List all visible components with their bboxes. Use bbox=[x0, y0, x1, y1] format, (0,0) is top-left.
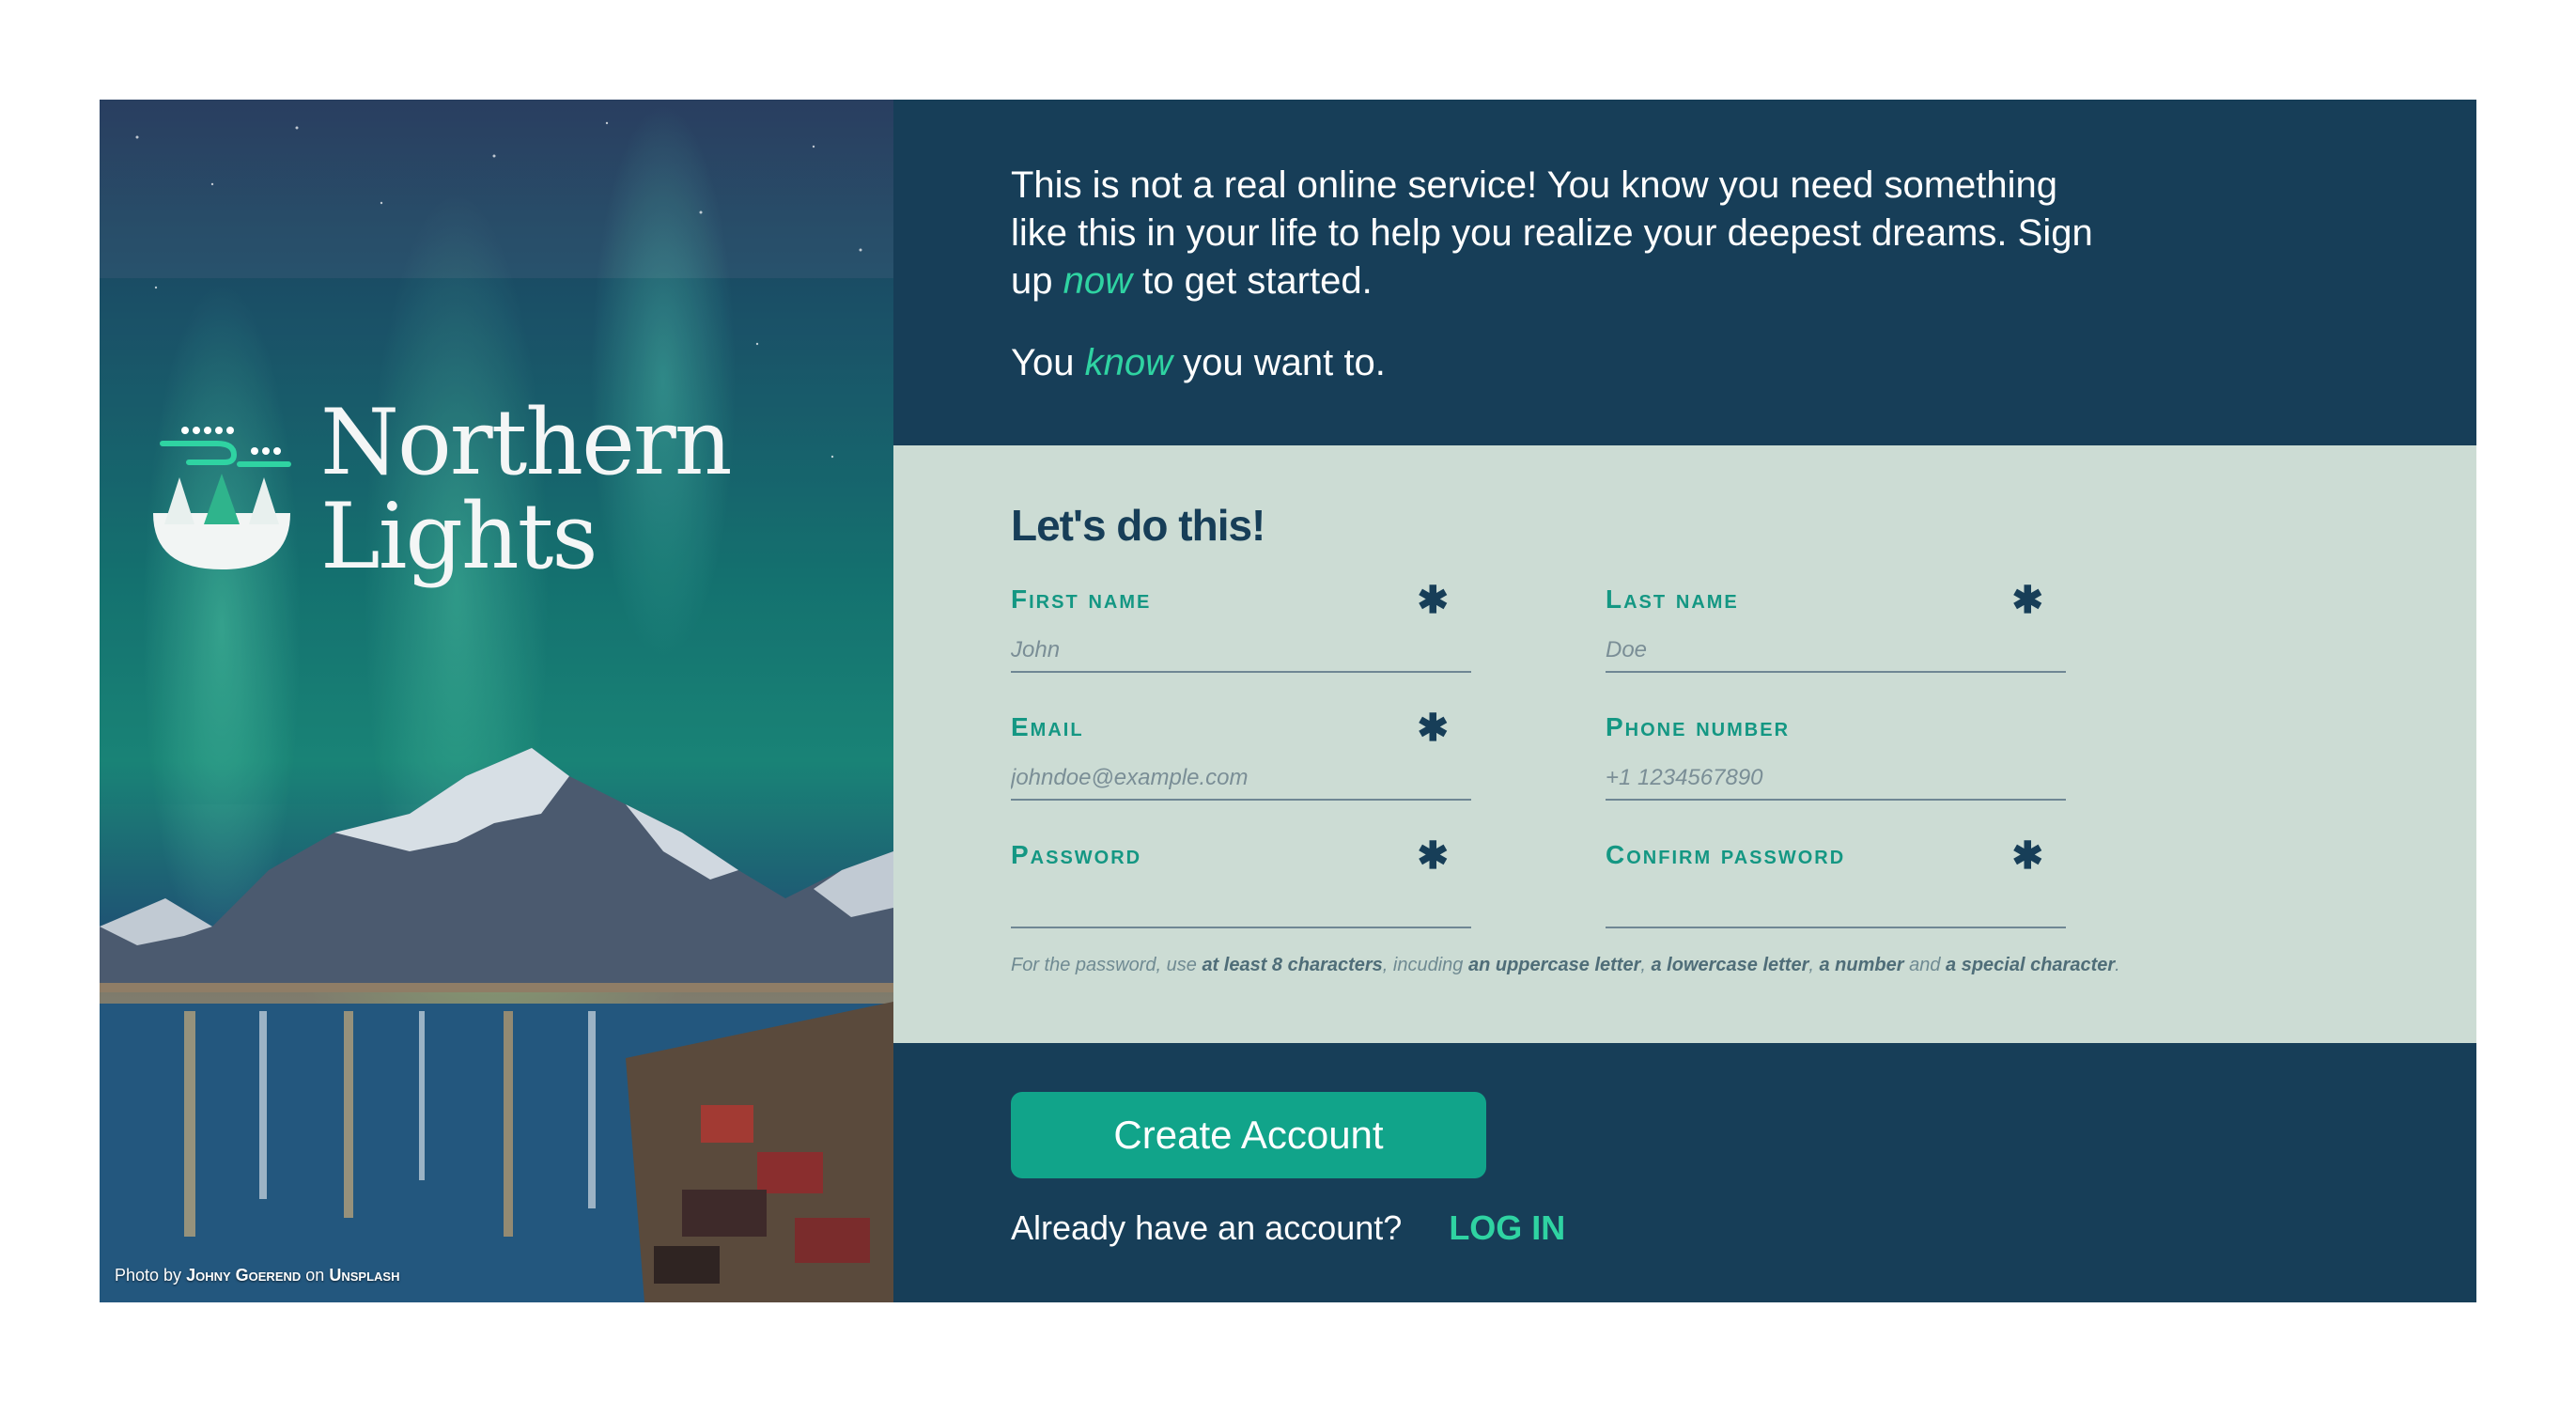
credit-author-link[interactable]: Johny Goerend bbox=[186, 1266, 301, 1285]
login-link[interactable]: LOG IN bbox=[1449, 1208, 1565, 1247]
signup-card: Northern Lights Photo by Johny Goerend o… bbox=[100, 100, 2476, 1302]
brand-name-line1: Northern bbox=[320, 390, 733, 495]
login-prompt: Already have an account? bbox=[1011, 1208, 1403, 1247]
intro-accent-now: now bbox=[1063, 260, 1132, 302]
first-name-input[interactable] bbox=[1011, 631, 1471, 673]
landscape-illustration bbox=[100, 121, 893, 1302]
phone-input[interactable] bbox=[1606, 759, 2066, 801]
tagline-text-end: you want to. bbox=[1172, 342, 1386, 383]
hint-text: . bbox=[2115, 955, 2120, 975]
signup-form: Let's do this! First name ✱ Last name ✱ … bbox=[893, 445, 2476, 1043]
login-row: Already have an account? LOG IN bbox=[1011, 1208, 2476, 1248]
required-asterisk-icon: ✱ bbox=[2011, 835, 2043, 877]
hint-bold: a number bbox=[1819, 955, 1904, 975]
last-name-label: Last name bbox=[1606, 584, 1739, 614]
hint-bold: an uppercase letter bbox=[1467, 955, 1641, 975]
intro-section: This is not a real online service! You k… bbox=[893, 100, 2476, 445]
required-asterisk-icon: ✱ bbox=[1417, 580, 1449, 621]
tagline-accent-know: know bbox=[1084, 342, 1173, 383]
brand-name: Northern Lights bbox=[320, 390, 733, 589]
tagline-text: You bbox=[1011, 342, 1085, 383]
form-fields-grid: First name ✱ Last name ✱ Email ✱ Phone n… bbox=[1011, 580, 2476, 932]
brand-name-line2: Lights bbox=[320, 484, 598, 589]
confirm-password-label: Confirm password bbox=[1606, 840, 1846, 869]
intro-paragraph: This is not a real online service! You k… bbox=[1011, 162, 2101, 305]
email-field: Email ✱ bbox=[1011, 708, 1471, 804]
brand-logo: Northern Lights bbox=[151, 390, 733, 589]
actions-section: Create Account Already have an account? … bbox=[893, 1043, 2476, 1302]
required-asterisk-icon: ✱ bbox=[1417, 835, 1449, 877]
hint-text: , bbox=[1640, 955, 1652, 975]
credit-middle: on bbox=[305, 1266, 325, 1285]
first-name-label: First name bbox=[1011, 584, 1152, 614]
hint-bold: a lowercase letter bbox=[1651, 955, 1809, 975]
confirm-password-field: Confirm password ✱ bbox=[1606, 835, 2066, 932]
credit-source-link[interactable]: Unsplash bbox=[329, 1266, 399, 1285]
password-field: Password ✱ bbox=[1011, 835, 1471, 932]
hint-text: and bbox=[1903, 955, 1947, 975]
content-column: This is not a real online service! You k… bbox=[893, 100, 2476, 1302]
hero-image-panel: Northern Lights Photo by Johny Goerend o… bbox=[100, 100, 893, 1302]
hint-text: For the password, use bbox=[1011, 955, 1203, 975]
phone-field: Phone number bbox=[1606, 712, 2066, 804]
last-name-field: Last name ✱ bbox=[1606, 580, 2066, 677]
aurora-trees-icon bbox=[153, 427, 291, 569]
create-account-button[interactable]: Create Account bbox=[1011, 1092, 1486, 1178]
form-title: Let's do this! bbox=[1011, 501, 1265, 550]
required-asterisk-icon: ✱ bbox=[2011, 580, 2043, 621]
photo-credit: Photo by Johny Goerend on Unsplash bbox=[115, 1266, 399, 1285]
confirm-password-input[interactable] bbox=[1606, 887, 2066, 928]
intro-text-end: to get started. bbox=[1132, 260, 1373, 302]
first-name-field: First name ✱ bbox=[1011, 580, 1471, 677]
hint-text: , incuding bbox=[1382, 955, 1468, 975]
hint-bold: a special character bbox=[1946, 955, 2116, 975]
password-label: Password bbox=[1011, 840, 1142, 869]
credit-prefix: Photo by bbox=[115, 1266, 182, 1285]
hint-text: , bbox=[1808, 955, 1820, 975]
intro-tagline: You know you want to. bbox=[1011, 339, 2101, 387]
required-asterisk-icon: ✱ bbox=[1417, 708, 1449, 749]
email-label: Email bbox=[1011, 712, 1084, 741]
password-hint: For the password, use at least 8 charact… bbox=[1011, 955, 2476, 976]
last-name-input[interactable] bbox=[1606, 631, 2066, 673]
email-input[interactable] bbox=[1011, 759, 1471, 801]
hint-bold: at least 8 characters bbox=[1202, 955, 1383, 975]
password-input[interactable] bbox=[1011, 887, 1471, 928]
phone-label: Phone number bbox=[1606, 712, 1791, 741]
